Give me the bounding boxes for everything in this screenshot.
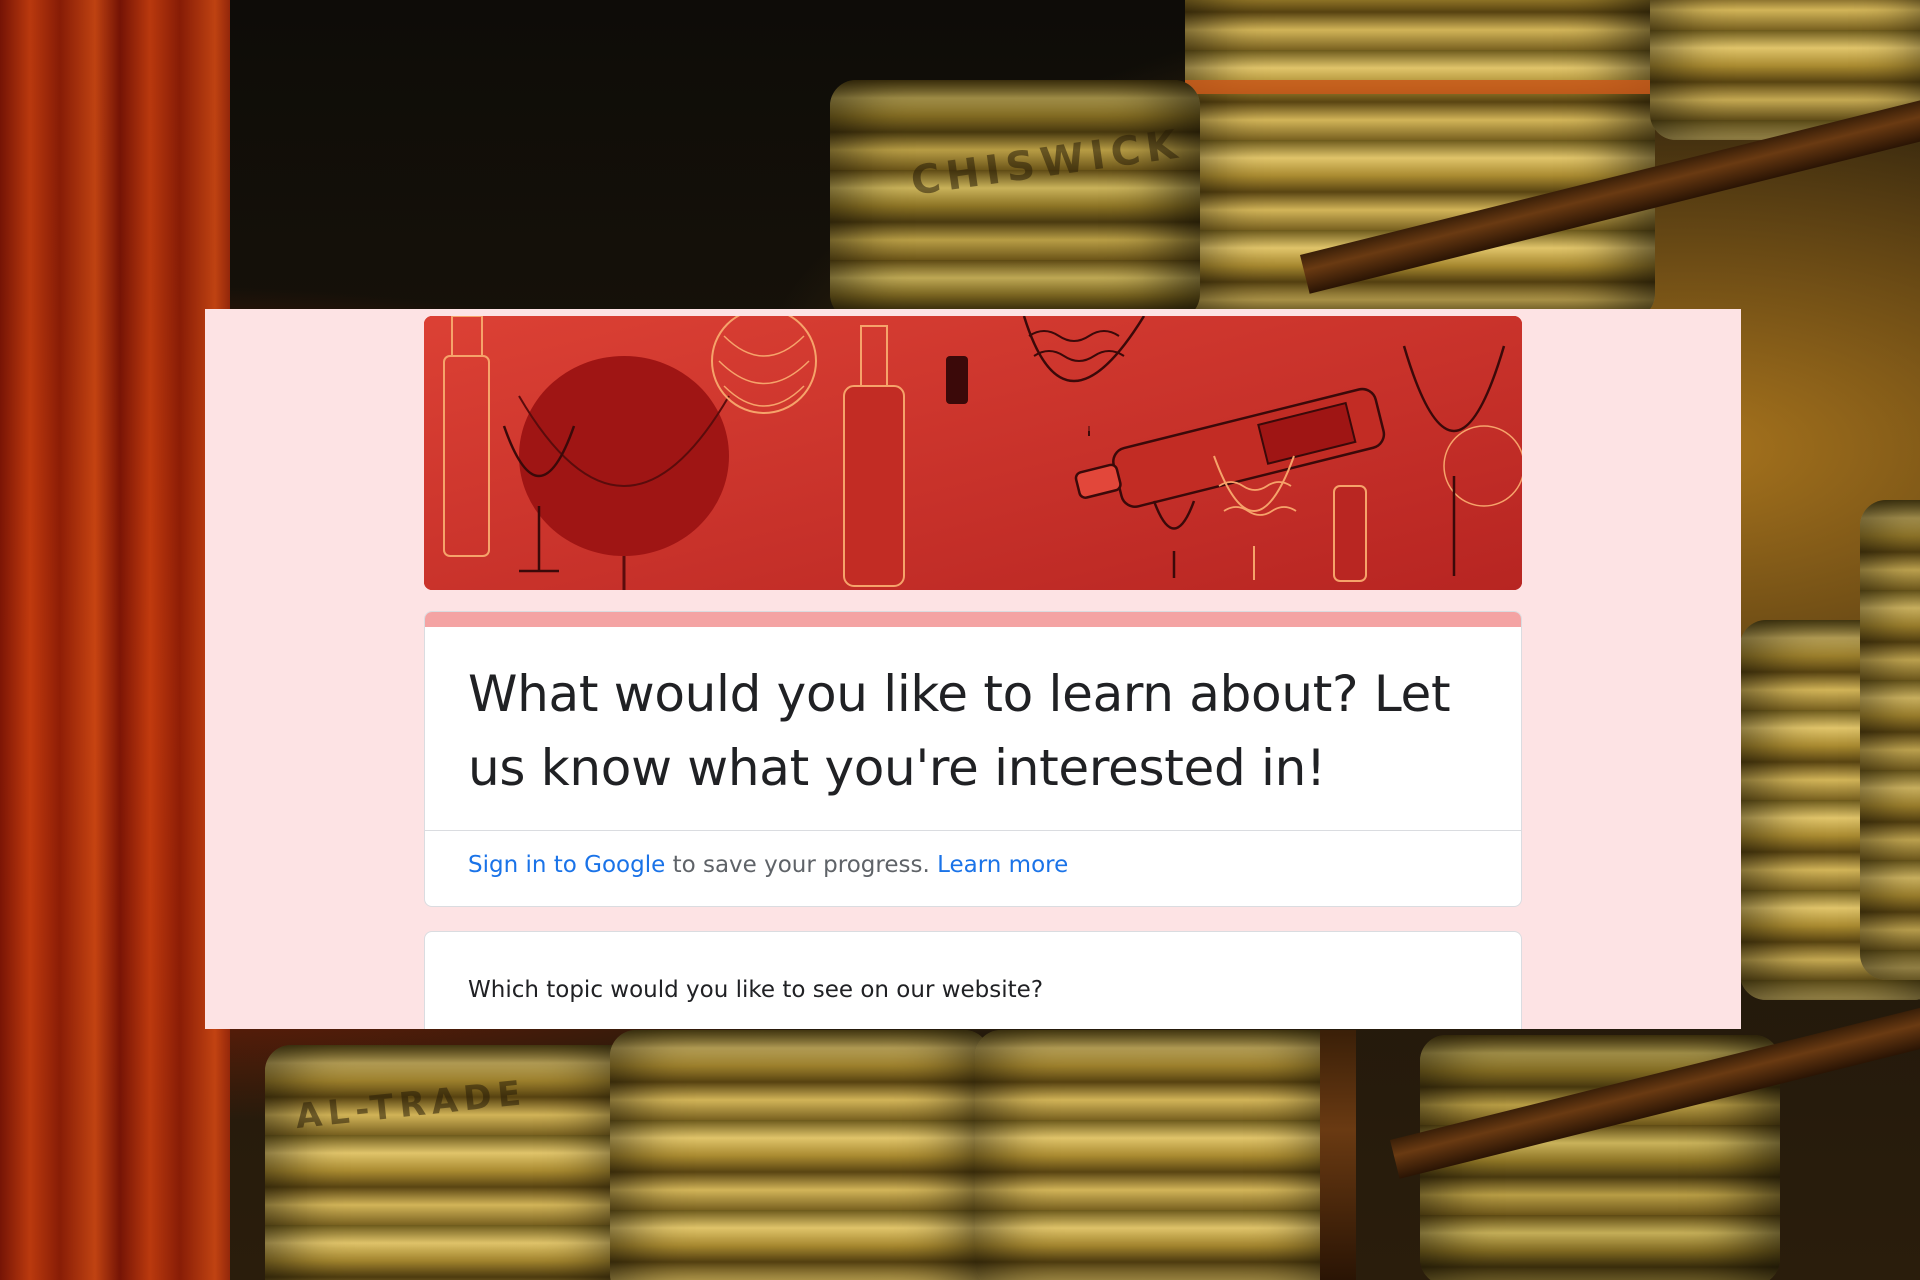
- keg-label: AL-TRADE: [293, 1072, 529, 1138]
- keg: AL-TRADE: [265, 1045, 635, 1280]
- question-card: Which topic would you like to see on our…: [424, 931, 1522, 1029]
- sign-in-link[interactable]: Sign in to Google: [468, 852, 665, 878]
- keg-label: CHISWICK: [908, 121, 1186, 205]
- red-curtain: [0, 0, 230, 1280]
- form-title: What would you like to learn about? Let …: [468, 665, 1451, 797]
- form-column: What would you like to learn about? Let …: [424, 316, 1522, 1029]
- question-label: Which topic would you like to see on our…: [468, 977, 1044, 1003]
- learn-more-link[interactable]: Learn more: [937, 852, 1068, 878]
- shelf: [1320, 1030, 1356, 1280]
- header-banner: [424, 316, 1522, 590]
- keg: [975, 1030, 1345, 1280]
- title-area: What would you like to learn about? Let …: [425, 627, 1521, 831]
- signin-notice: Sign in to Google to save your progress.…: [425, 831, 1521, 906]
- keg: [1185, 0, 1655, 320]
- signin-notice-text: to save your progress.: [665, 852, 938, 878]
- title-card: What would you like to learn about? Let …: [424, 611, 1522, 907]
- keg: [1860, 500, 1920, 980]
- keg: CHISWICK: [830, 80, 1200, 320]
- keg: [610, 1030, 990, 1280]
- form-panel: What would you like to learn about? Let …: [205, 309, 1741, 1029]
- title-accent-bar: [425, 612, 1521, 627]
- wine-glasses-illustration: [424, 316, 1522, 590]
